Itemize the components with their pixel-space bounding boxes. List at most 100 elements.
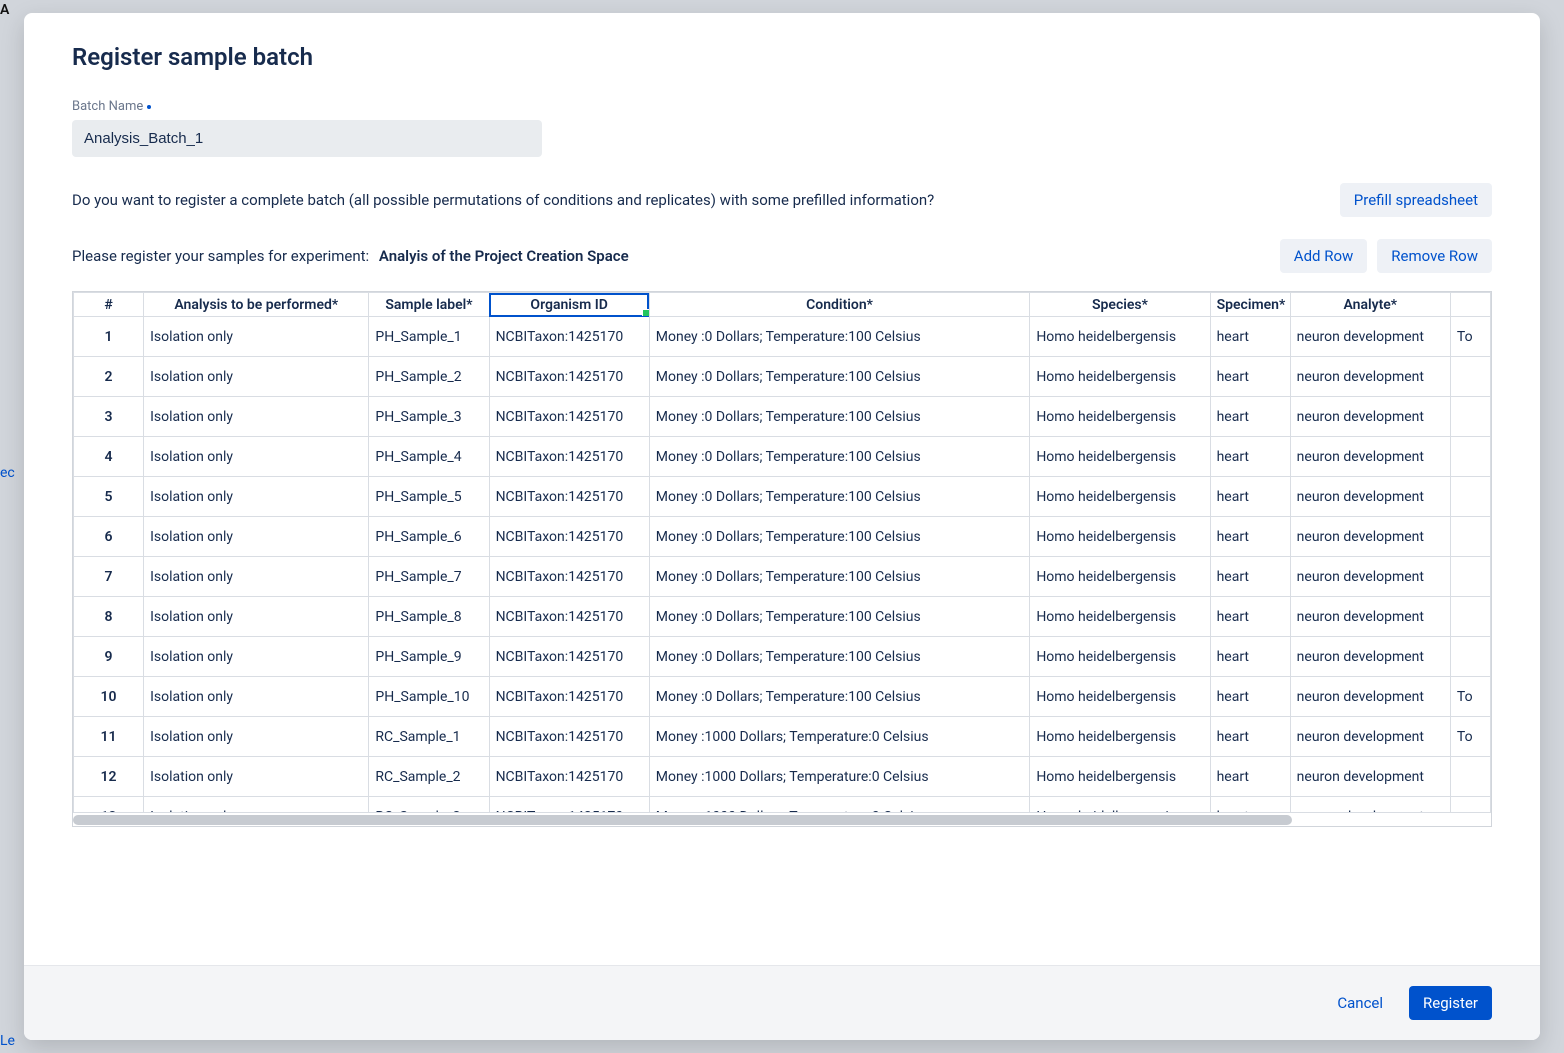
column-header[interactable]: Species*	[1030, 293, 1210, 317]
cell[interactable]: Isolation only	[144, 797, 369, 813]
register-button[interactable]: Register	[1409, 986, 1492, 1020]
cell[interactable]: Isolation only	[144, 717, 369, 757]
cell[interactable]: PH_Sample_10	[369, 677, 489, 717]
cell[interactable]: NCBITaxon:1425170	[489, 797, 649, 813]
row-number-cell[interactable]: 11	[74, 717, 144, 757]
cell[interactable]: PH_Sample_2	[369, 357, 489, 397]
row-number-cell[interactable]: 7	[74, 557, 144, 597]
add-row-button[interactable]: Add Row	[1280, 239, 1368, 273]
cell[interactable]: Money :0 Dollars; Temperature:100 Celsiu…	[649, 477, 1030, 517]
cell[interactable]: Isolation only	[144, 317, 369, 357]
spreadsheet-scroll[interactable]: #Analysis to be performed*Sample label*O…	[73, 292, 1491, 812]
cell[interactable]: Isolation only	[144, 677, 369, 717]
cell[interactable]: Isolation only	[144, 397, 369, 437]
cell[interactable]	[1450, 397, 1490, 437]
cell[interactable]: PH_Sample_1	[369, 317, 489, 357]
cell[interactable]: PH_Sample_5	[369, 477, 489, 517]
cell[interactable]: Money :0 Dollars; Temperature:100 Celsiu…	[649, 517, 1030, 557]
cell[interactable]: Money :0 Dollars; Temperature:100 Celsiu…	[649, 597, 1030, 637]
row-number-cell[interactable]: 5	[74, 477, 144, 517]
cell[interactable]: PH_Sample_3	[369, 397, 489, 437]
cell[interactable]: NCBITaxon:1425170	[489, 557, 649, 597]
column-header[interactable]	[1450, 293, 1490, 317]
prefill-spreadsheet-button[interactable]: Prefill spreadsheet	[1340, 183, 1492, 217]
cell[interactable]: heart	[1210, 437, 1290, 477]
cell[interactable]	[1450, 437, 1490, 477]
cell[interactable]: heart	[1210, 517, 1290, 557]
cell[interactable]	[1450, 757, 1490, 797]
cell[interactable]: PH_Sample_8	[369, 597, 489, 637]
cell[interactable]	[1450, 597, 1490, 637]
cell[interactable]: NCBITaxon:1425170	[489, 357, 649, 397]
cell[interactable]: Homo heidelbergensis	[1030, 757, 1210, 797]
cell[interactable]: heart	[1210, 637, 1290, 677]
cell[interactable]: Isolation only	[144, 517, 369, 557]
cell[interactable]: Money :0 Dollars; Temperature:100 Celsiu…	[649, 357, 1030, 397]
cell[interactable]: neuron development	[1290, 717, 1450, 757]
cell[interactable]: NCBITaxon:1425170	[489, 437, 649, 477]
cell[interactable]: Isolation only	[144, 597, 369, 637]
row-number-cell[interactable]: 2	[74, 357, 144, 397]
cell[interactable]: PH_Sample_9	[369, 637, 489, 677]
cell[interactable]: Homo heidelbergensis	[1030, 637, 1210, 677]
cell[interactable]: neuron development	[1290, 757, 1450, 797]
cell[interactable]: neuron development	[1290, 557, 1450, 597]
column-header[interactable]: Analyte*	[1290, 293, 1450, 317]
cell[interactable]: neuron development	[1290, 397, 1450, 437]
column-header[interactable]: Condition*	[649, 293, 1030, 317]
cell[interactable]: neuron development	[1290, 437, 1450, 477]
cell[interactable]: NCBITaxon:1425170	[489, 597, 649, 637]
cell[interactable]: NCBITaxon:1425170	[489, 477, 649, 517]
cell[interactable]: Homo heidelbergensis	[1030, 677, 1210, 717]
horizontal-scrollbar[interactable]	[73, 812, 1491, 826]
cell[interactable]: neuron development	[1290, 677, 1450, 717]
cell[interactable]: Homo heidelbergensis	[1030, 797, 1210, 813]
cell[interactable]: To	[1450, 317, 1490, 357]
cell[interactable]: Isolation only	[144, 477, 369, 517]
cell[interactable]: Homo heidelbergensis	[1030, 557, 1210, 597]
row-number-cell[interactable]: 13	[74, 797, 144, 813]
cell[interactable]: neuron development	[1290, 517, 1450, 557]
cell[interactable]: Homo heidelbergensis	[1030, 597, 1210, 637]
cell[interactable]: Isolation only	[144, 557, 369, 597]
cell[interactable]: Homo heidelbergensis	[1030, 437, 1210, 477]
row-number-cell[interactable]: 6	[74, 517, 144, 557]
cell[interactable]: Isolation only	[144, 357, 369, 397]
cell[interactable]: Homo heidelbergensis	[1030, 317, 1210, 357]
row-number-cell[interactable]: 1	[74, 317, 144, 357]
cell[interactable]: Money :0 Dollars; Temperature:100 Celsiu…	[649, 557, 1030, 597]
cell[interactable]: neuron development	[1290, 317, 1450, 357]
cell[interactable]	[1450, 557, 1490, 597]
cell[interactable]: heart	[1210, 557, 1290, 597]
cell[interactable]: neuron development	[1290, 597, 1450, 637]
cell[interactable]: NCBITaxon:1425170	[489, 677, 649, 717]
row-number-cell[interactable]: 12	[74, 757, 144, 797]
row-number-cell[interactable]: 4	[74, 437, 144, 477]
cell[interactable]: Money :0 Dollars; Temperature:100 Celsiu…	[649, 437, 1030, 477]
cell[interactable]: Money :1000 Dollars; Temperature:0 Celsi…	[649, 717, 1030, 757]
cell[interactable]: Money :1000 Dollars; Temperature:0 Celsi…	[649, 797, 1030, 813]
column-header[interactable]: Sample label*	[369, 293, 489, 317]
cell[interactable]: Isolation only	[144, 437, 369, 477]
cell[interactable]	[1450, 357, 1490, 397]
cell[interactable]	[1450, 797, 1490, 813]
row-number-cell[interactable]: 8	[74, 597, 144, 637]
cell[interactable]: PH_Sample_4	[369, 437, 489, 477]
remove-row-button[interactable]: Remove Row	[1377, 239, 1492, 273]
cell[interactable]: NCBITaxon:1425170	[489, 757, 649, 797]
horizontal-scrollbar-thumb[interactable]	[73, 815, 1292, 825]
row-number-cell[interactable]: 10	[74, 677, 144, 717]
cell[interactable]: heart	[1210, 317, 1290, 357]
cell[interactable]: Homo heidelbergensis	[1030, 717, 1210, 757]
cell[interactable]: Money :1000 Dollars; Temperature:0 Celsi…	[649, 757, 1030, 797]
cell[interactable]: NCBITaxon:1425170	[489, 517, 649, 557]
row-number-cell[interactable]: 9	[74, 637, 144, 677]
cell[interactable]: heart	[1210, 797, 1290, 813]
cell[interactable]: NCBITaxon:1425170	[489, 397, 649, 437]
cell[interactable]: To	[1450, 677, 1490, 717]
cell[interactable]: PH_Sample_7	[369, 557, 489, 597]
cell[interactable]: NCBITaxon:1425170	[489, 637, 649, 677]
cell[interactable]: neuron development	[1290, 797, 1450, 813]
cell[interactable]	[1450, 637, 1490, 677]
cell[interactable]: Money :0 Dollars; Temperature:100 Celsiu…	[649, 397, 1030, 437]
